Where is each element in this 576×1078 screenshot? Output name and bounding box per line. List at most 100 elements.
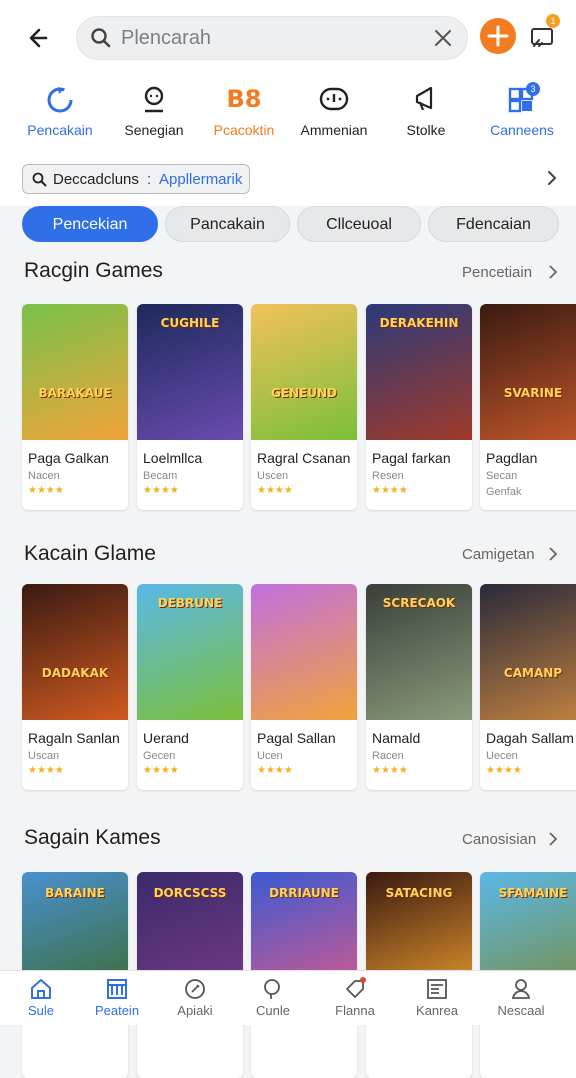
nav-item-search[interactable]: Cunle bbox=[232, 971, 314, 1025]
category-row: Pencakain Senegian B8 Pcacoktin Ammenian… bbox=[0, 76, 576, 150]
game-title: Ragaln Sanlan bbox=[28, 730, 120, 746]
gamepad-icon bbox=[319, 87, 349, 111]
bottom-nav: Sule Peatein Apiaki Cunle Flanna Kanrea … bbox=[0, 970, 576, 1025]
rating-stars: ★★★★ bbox=[28, 765, 64, 776]
filter-chip[interactable]: Deccadcluns : Appllermarik bbox=[22, 164, 250, 194]
nav-item-profile[interactable]: Nescaal bbox=[480, 971, 562, 1025]
search-icon bbox=[91, 28, 111, 48]
game-card[interactable]: SCRECAOK Namald Racen ★★★★ bbox=[366, 584, 472, 790]
game-card[interactable]: CAMANP Dagah Sallam Uecen ★★★★ bbox=[480, 584, 576, 790]
game-subtitle: Becam bbox=[143, 470, 178, 482]
game-logo-text: DORCSCSS bbox=[153, 886, 227, 900]
nav-item-tag[interactable]: Flanna bbox=[314, 971, 396, 1025]
back-arrow-icon[interactable] bbox=[24, 22, 56, 54]
game-subtitle: Gecen bbox=[143, 750, 176, 762]
game-logo-text: DEBRUNE bbox=[157, 596, 223, 610]
rating-stars: ★★★★ bbox=[143, 485, 179, 496]
game-card[interactable]: DERAKEHIN Pagal farkan Resen ★★★★ bbox=[366, 304, 472, 510]
category-label: Pencakain bbox=[27, 122, 93, 138]
category-label: Ammenian bbox=[300, 122, 368, 138]
game-cover-image bbox=[251, 584, 357, 720]
category-label: Canneens bbox=[490, 122, 554, 138]
category-item-5[interactable]: 3 Canneens bbox=[474, 76, 570, 150]
section-title: Racgin Games bbox=[24, 259, 163, 282]
edit-icon bbox=[185, 979, 205, 999]
game-subtitle: Ucen bbox=[257, 750, 283, 762]
category-item-0[interactable]: Pencakain bbox=[12, 76, 108, 150]
chevron-right-icon[interactable] bbox=[544, 168, 560, 188]
b8-icon: B8 bbox=[226, 85, 262, 113]
section-title: Sagain Kames bbox=[24, 826, 161, 849]
category-item-1[interactable]: Senegian bbox=[106, 76, 202, 150]
tab-pancakain[interactable]: Pancakain bbox=[165, 206, 290, 242]
tab-cllceuoal[interactable]: Cllceuoal bbox=[297, 206, 421, 242]
game-logo-text: BARAINE bbox=[45, 886, 105, 900]
game-cover-image bbox=[251, 304, 357, 440]
game-subtitle: Resen bbox=[372, 470, 404, 482]
section-see-all-link[interactable]: Camigetan bbox=[462, 546, 535, 563]
clear-icon[interactable] bbox=[431, 26, 455, 50]
game-cover-image bbox=[480, 584, 576, 720]
game-cover-image bbox=[22, 304, 128, 440]
game-cover-image bbox=[480, 304, 576, 440]
game-card[interactable]: CUGHILE Loelmllca Becam ★★★★ bbox=[137, 304, 243, 510]
game-card[interactable]: DADAKAK Ragaln Sanlan Uscan ★★★★ bbox=[22, 584, 128, 790]
game-card[interactable]: SVARINE Pagdlan Secan Genfak bbox=[480, 304, 576, 510]
person-icon bbox=[144, 86, 164, 113]
game-logo-text: DADAKAK bbox=[41, 666, 109, 680]
nav-label: Apiaki bbox=[177, 1003, 213, 1018]
nav-item-edit[interactable]: Apiaki bbox=[154, 971, 236, 1025]
game-title: Namald bbox=[372, 730, 421, 746]
game-logo-text: BARAKAUE bbox=[38, 386, 112, 400]
game-card[interactable]: DEBRUNE Uerand Gecen ★★★★ bbox=[137, 584, 243, 790]
category-item-4[interactable]: Stolke bbox=[378, 76, 474, 150]
game-card[interactable]: BARAKAUE Paga Galkan Nacen ★★★★ bbox=[22, 304, 128, 510]
category-label: Senegian bbox=[124, 122, 184, 138]
game-subtitle: Racen bbox=[372, 750, 404, 762]
nav-label: Cunle bbox=[256, 1003, 290, 1018]
chevron-right-icon[interactable] bbox=[548, 831, 558, 847]
rating-stars: ★★★★ bbox=[257, 765, 293, 776]
search-input[interactable]: Plencarah bbox=[121, 27, 211, 50]
tab-bar: Pencekian Pancakain Cllceuoal Fdencaian bbox=[0, 206, 576, 246]
game-title: Pagdlan bbox=[486, 450, 538, 466]
game-logo-text: CAMANP bbox=[503, 666, 563, 680]
game-logo-text: DERAKEHIN bbox=[379, 316, 459, 330]
search-icon bbox=[32, 172, 47, 187]
chevron-right-icon[interactable] bbox=[548, 546, 558, 562]
search-bar[interactable]: Plencarah bbox=[76, 16, 468, 60]
tag-icon bbox=[346, 977, 366, 998]
megaphone-icon bbox=[415, 86, 433, 111]
category-item-3[interactable]: Ammenian bbox=[286, 76, 382, 150]
nav-item-news[interactable]: Kanrea bbox=[396, 971, 478, 1025]
nav-item-store[interactable]: Peatein bbox=[76, 971, 158, 1025]
news-icon bbox=[427, 979, 447, 999]
chevron-right-icon[interactable] bbox=[548, 264, 558, 280]
tab-fdencaian[interactable]: Fdencaian bbox=[428, 206, 559, 242]
nav-label: Peatein bbox=[94, 1003, 140, 1018]
home-icon bbox=[31, 979, 51, 999]
top-bar: Plencarah 1 bbox=[0, 0, 576, 76]
game-card[interactable]: Pagal Sallan Ucen ★★★★ bbox=[251, 584, 357, 790]
add-button[interactable] bbox=[480, 18, 516, 54]
game-subtitle: Uscen bbox=[257, 470, 289, 482]
rating-stars: ★★★★ bbox=[372, 485, 408, 496]
rating-stars: ★★★★ bbox=[486, 765, 522, 776]
section-see-all-link[interactable]: Canosisian bbox=[462, 831, 536, 848]
tab-pencekian[interactable]: Pencekian bbox=[22, 206, 158, 242]
rating-stars: ★★★★ bbox=[372, 765, 408, 776]
game-cover-image bbox=[22, 584, 128, 720]
category-label: Stolke bbox=[406, 122, 446, 138]
nav-label: Sule bbox=[27, 1003, 55, 1018]
section-see-all-link[interactable]: Pencetiain bbox=[462, 264, 532, 281]
game-title: Paga Galkan bbox=[28, 450, 109, 466]
game-logo-text: SCRECAOK bbox=[382, 596, 456, 610]
nav-label: Nescaal bbox=[497, 1003, 545, 1018]
category-label: Pcacoktin bbox=[213, 122, 275, 138]
game-logo-text: DRRIAUNE bbox=[269, 886, 339, 900]
rating-stars: ★★★★ bbox=[143, 765, 179, 776]
game-title: Pagal Sallan bbox=[257, 730, 336, 746]
nav-item-home[interactable]: Sule bbox=[0, 971, 82, 1025]
category-item-2[interactable]: B8 Pcacoktin bbox=[196, 76, 292, 150]
game-card[interactable]: GENEUND Ragral Csanan Uscen ★★★★ bbox=[251, 304, 357, 510]
